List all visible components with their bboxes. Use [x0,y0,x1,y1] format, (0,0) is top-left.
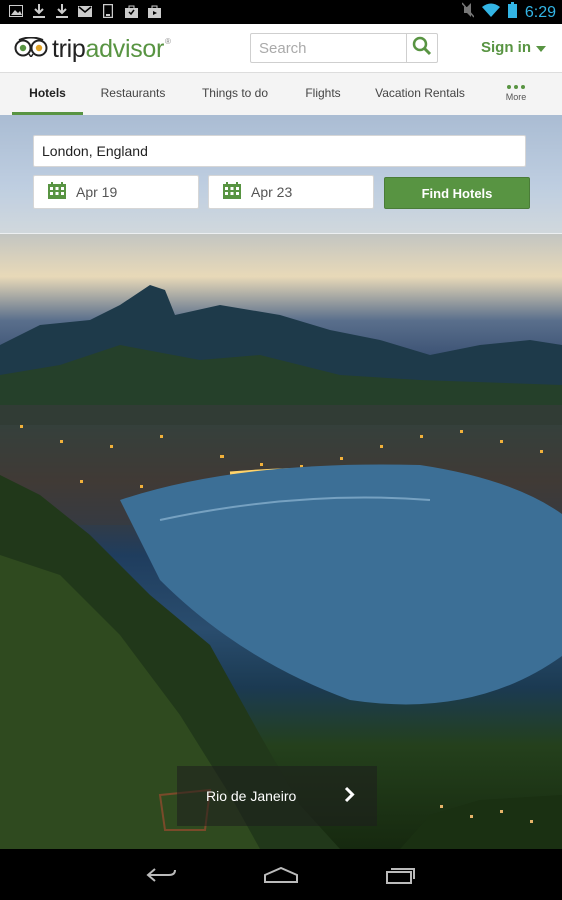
tab-label: Things to do [201,86,269,100]
sign-in-label: Sign in [481,39,531,56]
caret-down-icon [536,39,546,56]
app-bar: tripadvisor ® Sign in [0,24,562,72]
mute-icon [461,2,475,23]
tab-more[interactable]: More [494,73,538,113]
wifi-icon [481,3,500,22]
check-out-field[interactable]: Apr 23 [208,175,374,209]
search-input[interactable] [251,34,411,62]
gmail-icon [77,3,93,19]
logo-wordmark: tripadvisor [52,35,164,64]
download-icon [31,3,47,19]
download-icon [54,3,70,19]
hotel-search-form: London, England Apr 19 Apr 23 Find Hotel… [0,115,562,234]
tab-flights[interactable]: Flights [296,73,350,113]
check-out-value: Apr 23 [251,184,293,200]
status-bar: 6:29 [0,0,562,24]
tab-restaurants[interactable]: Restaurants [94,73,172,113]
system-navigation-bar [0,849,562,900]
status-time: 6:29 [524,3,556,21]
owl-eyes-icon [14,36,48,62]
system-icons: 6:29 [461,2,556,23]
tab-vacation-rentals[interactable]: Vacation Rentals [370,73,470,113]
tab-label: Flights [305,86,341,100]
tab-hotels[interactable]: Hotels [12,73,83,115]
image-icon [8,3,24,19]
more-dots-icon [507,84,525,89]
category-tabs: Hotels Restaurants Things to do Flights … [0,72,562,116]
location-field[interactable]: London, England [33,135,526,167]
destination-name: Rio de Janeiro [206,788,297,804]
check-in-field[interactable]: Apr 19 [33,175,199,209]
tripadvisor-logo[interactable]: tripadvisor ® [14,35,171,64]
find-hotels-label: Find Hotels [421,185,493,201]
sign-in-button[interactable]: Sign in [481,39,546,56]
logo-trip: trip [52,35,86,63]
recent-apps-icon[interactable] [384,863,418,887]
home-icon[interactable] [264,863,298,887]
location-value: London, England [42,143,148,159]
check-in-value: Apr 19 [76,184,118,200]
calendar-icon [48,182,66,202]
destination-caption[interactable]: Rio de Janeiro [177,766,377,826]
tab-label: Vacation Rentals [375,86,465,100]
notification-icons [8,3,162,19]
tab-things-to-do[interactable]: Things to do [195,73,275,113]
logo-advisor: advisor [85,35,165,63]
search-box [250,33,438,63]
bag-icon [146,3,162,19]
search-icon [412,36,432,61]
search-button[interactable] [406,34,437,62]
bag-icon [123,3,139,19]
chevron-right-icon [344,786,355,806]
tab-label: More [505,91,527,102]
tab-label: Restaurants [100,86,166,100]
logo-registered-mark: ® [165,37,171,46]
tab-label: Hotels [29,86,66,100]
phone-icon [100,3,116,19]
back-icon[interactable] [144,863,178,887]
calendar-icon [223,182,241,202]
battery-icon [507,2,517,23]
find-hotels-button[interactable]: Find Hotels [384,177,530,209]
